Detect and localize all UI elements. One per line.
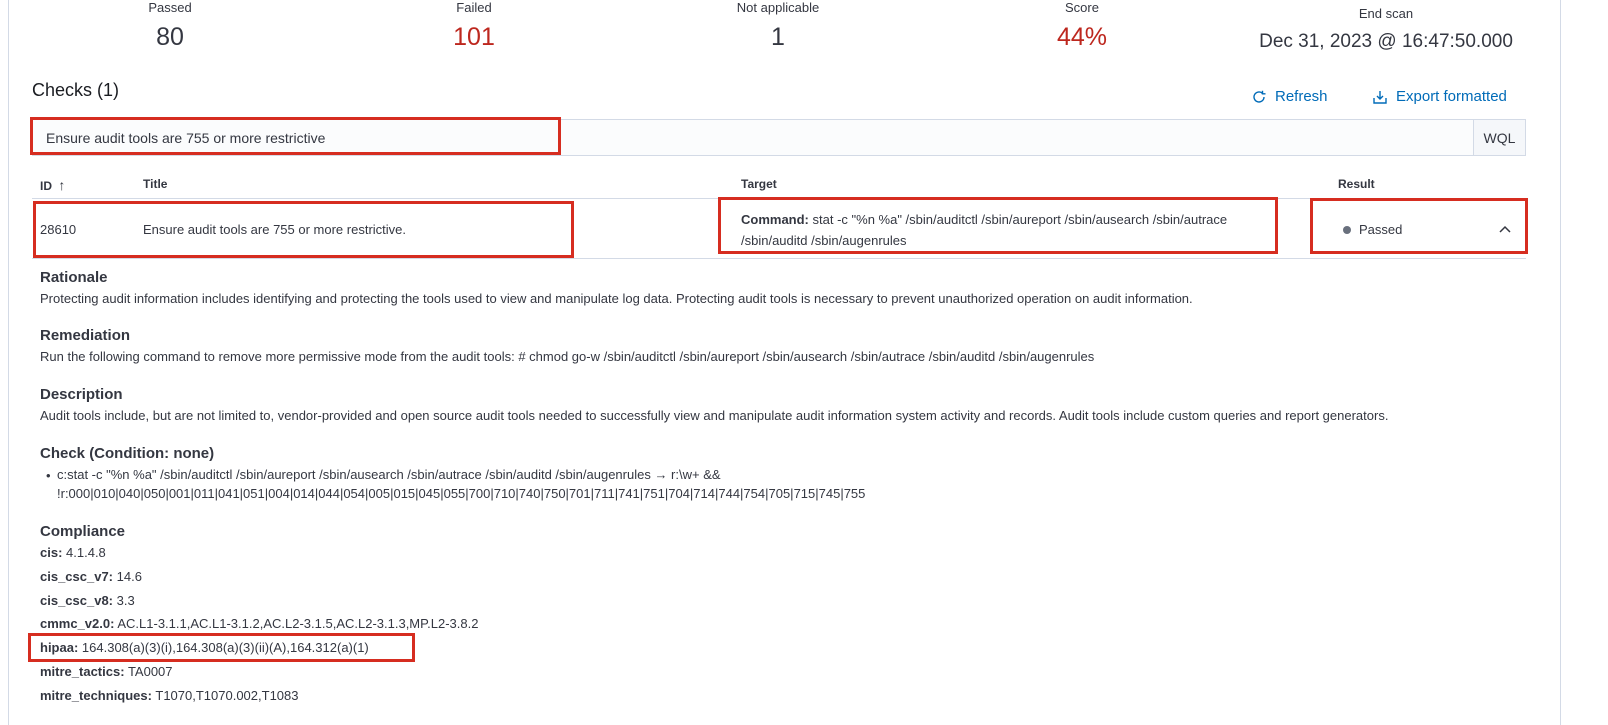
target-value: stat -c "%n %a" /sbin/auditctl /sbin/aur… <box>741 212 1228 248</box>
stat-failed: Failed 101 <box>424 0 524 53</box>
compliance-value: 164.308(a)(3)(i),164.308(a)(3)(ii)(A),16… <box>81 640 369 655</box>
description-text: Audit tools include, but are not limited… <box>40 408 1389 423</box>
compliance-item-mitre-techniques: mitre_techniques: T1070,T1070.002,T1083 <box>40 688 298 703</box>
compliance-key: mitre_techniques: <box>40 688 152 703</box>
compliance-item-cis-csc-v8: cis_csc_v8: 3.3 <box>40 593 135 608</box>
column-header-id-label: ID <box>40 179 52 193</box>
stat-label: Failed <box>456 0 492 15</box>
checks-title: Checks (1) <box>32 80 120 100</box>
compliance-item-cmmc-v2: cmmc_v2.0: AC.L1-3.1.1,AC.L1-3.1.2,AC.L2… <box>40 616 478 631</box>
compliance-title: Compliance <box>40 523 126 540</box>
row-id: 28610 <box>40 222 77 237</box>
table-row-divider <box>32 258 1526 259</box>
stat-label: End scan <box>1358 6 1414 21</box>
stat-value: 101 <box>453 23 495 51</box>
sort-arrow-icon: ↑ <box>58 177 66 193</box>
refresh-label: Refresh <box>1275 88 1328 105</box>
search-input[interactable] <box>33 120 1473 155</box>
target-label: Command: <box>741 212 809 227</box>
stat-value: Dec 31, 2023 @ 16:47:50.000 <box>1259 31 1513 52</box>
check-title: Check (Condition: none) <box>40 445 215 462</box>
stat-label: Not applicable <box>736 0 820 15</box>
compliance-value: 4.1.4.8 <box>66 545 106 560</box>
compliance-key: cmmc_v2.0: <box>40 616 115 631</box>
stat-value: 44% <box>1056 23 1108 51</box>
remediation-title: Remediation <box>40 327 131 344</box>
row-title: Ensure audit tools are 755 or more restr… <box>143 222 407 237</box>
column-header-result[interactable]: Result <box>1338 177 1375 191</box>
search-bar: WQL <box>32 119 1526 156</box>
remediation-text: Run the following command to remove more… <box>40 349 1095 364</box>
export-formatted-button[interactable]: Export formatted <box>1372 88 1507 105</box>
compliance-item-cis-csc-v7: cis_csc_v7: 14.6 <box>40 569 142 584</box>
stat-value: 1 <box>771 23 785 51</box>
column-header-target[interactable]: Target <box>741 177 777 191</box>
compliance-key: hipaa: <box>40 640 79 655</box>
compliance-key: cis: <box>40 545 63 560</box>
bullet-icon: • <box>46 468 51 483</box>
compliance-value: T1070,T1070.002,T1083 <box>155 688 299 703</box>
export-icon <box>1373 90 1387 104</box>
stat-passed: Passed 80 <box>120 0 220 53</box>
compliance-value: TA0007 <box>127 664 173 679</box>
refresh-button[interactable]: Refresh <box>1251 88 1328 105</box>
rationale-text: Protecting audit information includes id… <box>40 291 1193 306</box>
check-line-1: c:stat -c "%n %a" /sbin/auditctl /sbin/a… <box>57 467 721 482</box>
compliance-value: AC.L1-3.1.1,AC.L1-3.1.2,AC.L2-3.1.5,AC.L… <box>117 616 479 631</box>
refresh-icon <box>1253 90 1266 103</box>
stat-value: 80 <box>156 23 184 51</box>
compliance-item-hipaa: hipaa: 164.308(a)(3)(i),164.308(a)(3)(ii… <box>40 640 369 655</box>
stat-end-scan: End scan Dec 31, 2023 @ 16:47:50.000 <box>1246 6 1526 54</box>
column-header-id[interactable]: ID ↑ <box>40 177 65 193</box>
compliance-key: cis_csc_v7: <box>40 569 114 584</box>
status-dot-icon <box>1343 225 1351 234</box>
compliance-item-mitre-tactics: mitre_tactics: TA0007 <box>40 664 173 679</box>
column-header-title[interactable]: Title <box>143 177 167 191</box>
stat-not-applicable: Not applicable 1 <box>708 0 848 53</box>
compliance-item-cis: cis: 4.1.4.8 <box>40 545 106 560</box>
compliance-key: cis_csc_v8: <box>40 593 114 608</box>
row-target: Command: stat -c "%n %a" /sbin/auditctl … <box>741 209 1273 251</box>
stat-label: Passed <box>148 0 192 15</box>
export-label: Export formatted <box>1396 88 1507 105</box>
table-header-divider <box>32 198 1526 199</box>
compliance-value: 3.3 <box>116 593 135 608</box>
compliance-key: mitre_tactics: <box>40 664 125 679</box>
description-title: Description <box>40 386 123 403</box>
chevron-up-icon[interactable] <box>1497 221 1513 237</box>
result-label: Passed <box>1359 222 1403 237</box>
stat-label: Score <box>1065 0 1099 15</box>
stat-score: Score 44% <box>1032 0 1132 53</box>
wql-button[interactable]: WQL <box>1473 120 1525 155</box>
rationale-title: Rationale <box>40 269 108 286</box>
check-line-2: !r:000|010|040|050|001|011|041|051|004|0… <box>57 486 866 501</box>
row-result: Passed <box>1343 222 1402 237</box>
compliance-value: 14.6 <box>116 569 142 584</box>
